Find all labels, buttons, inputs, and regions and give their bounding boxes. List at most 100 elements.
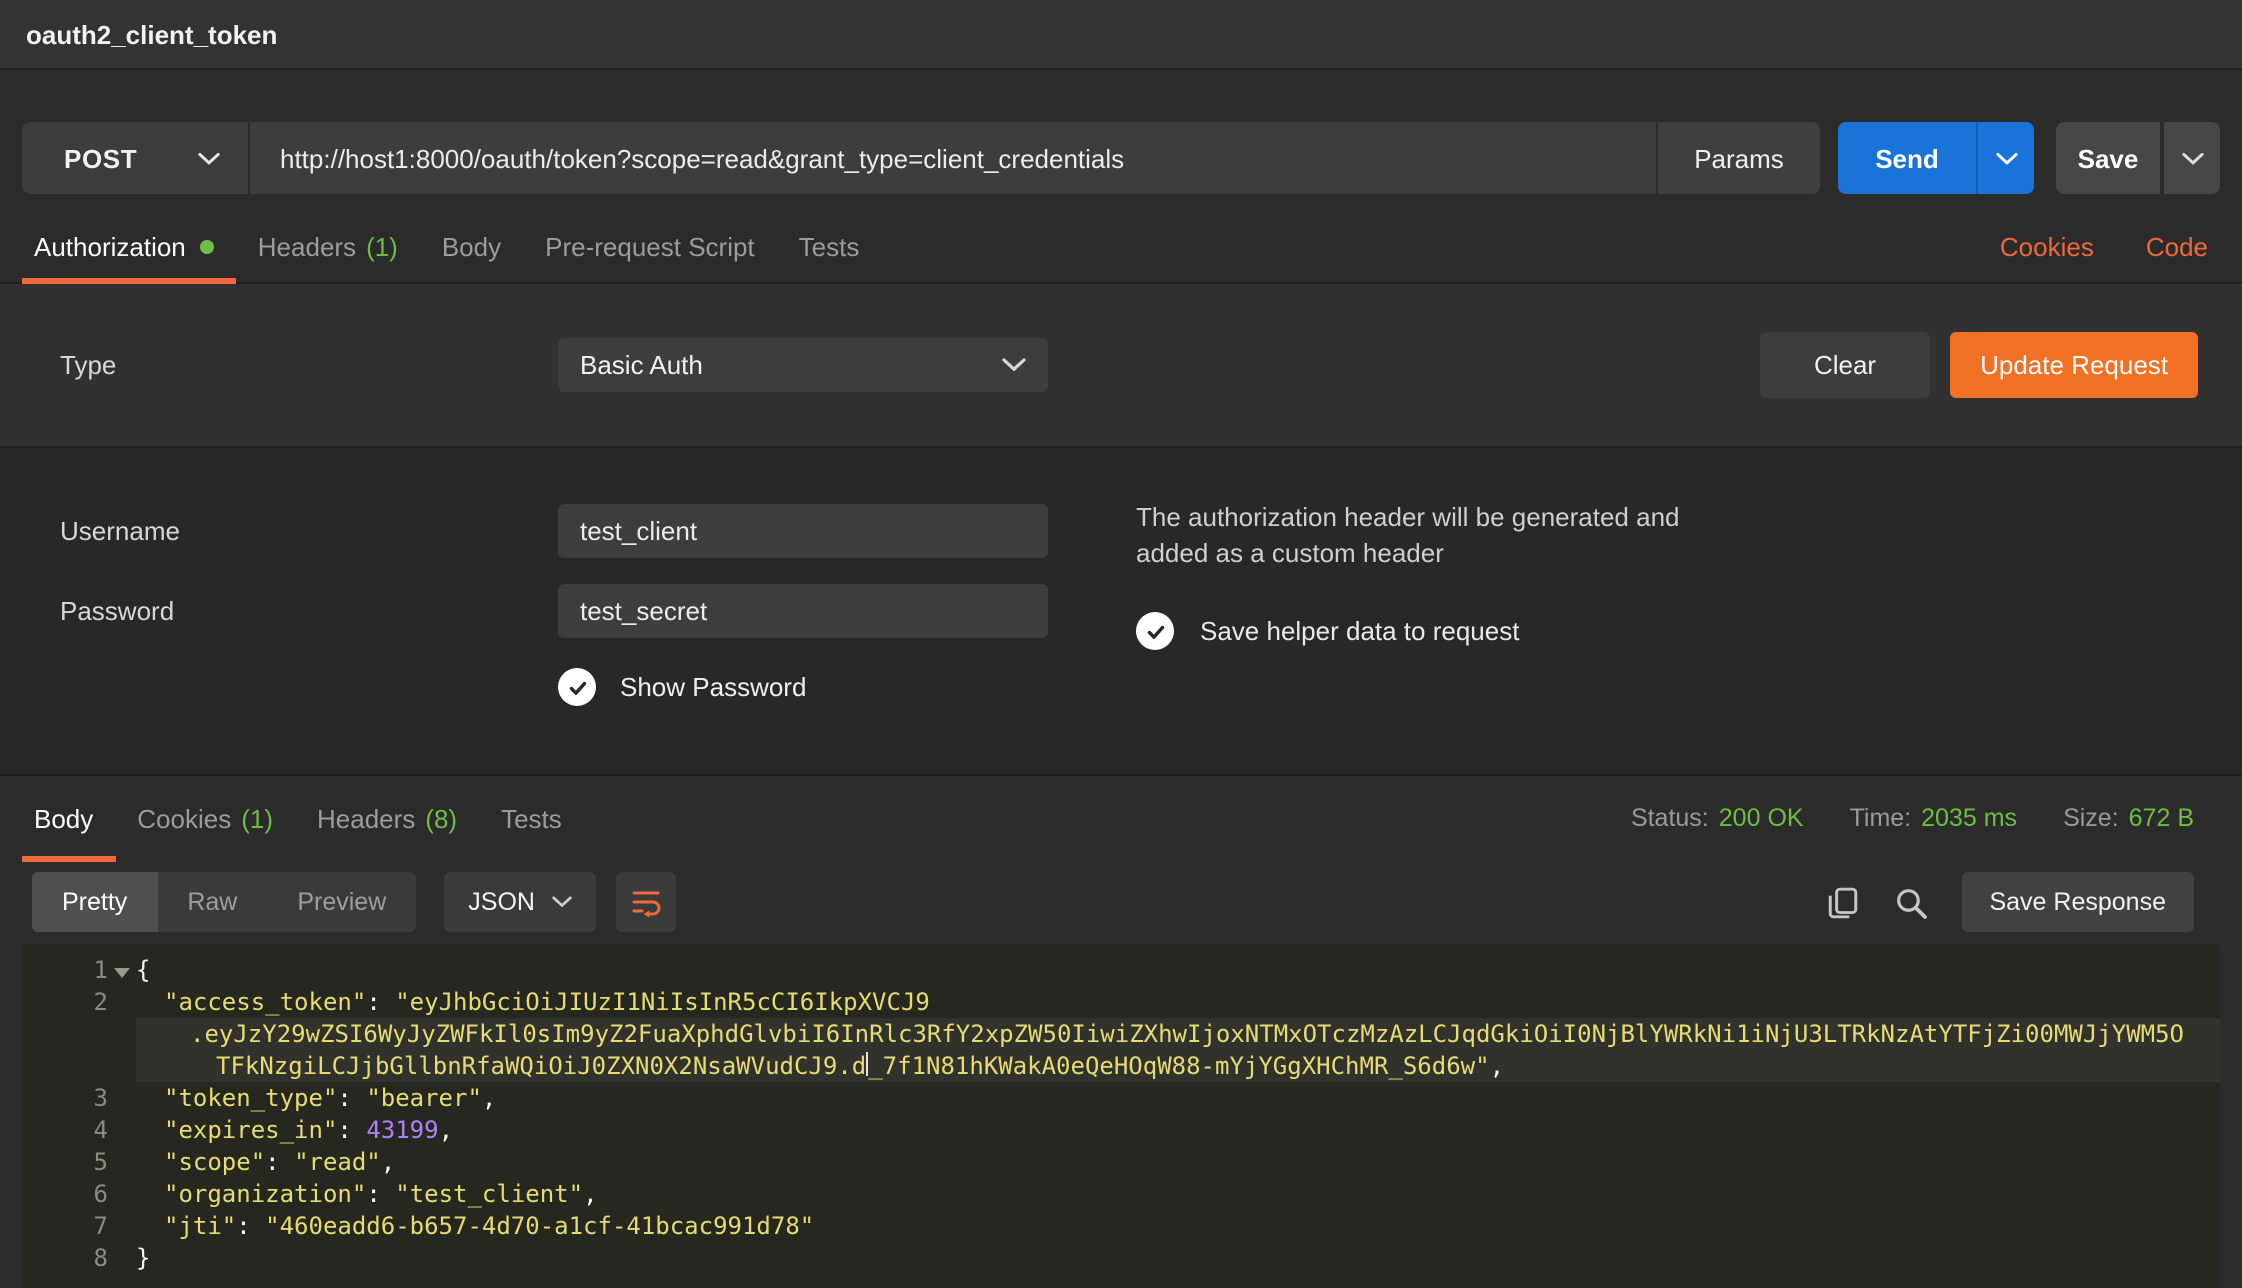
method-select[interactable]: POST [22,122,250,194]
headers-count-badge: (1) [366,231,398,261]
code-line-text: "token_type": "bearer", [136,1082,2220,1114]
json-punct: : [236,1212,265,1240]
response-tab-body[interactable]: Body [22,776,115,860]
code-line-text: } [136,1242,2220,1274]
save-response-button[interactable]: Save Response [1961,872,2194,932]
request-links: Cookies Code [2000,210,2242,282]
request-tabs: Authorization Headers (1) Body Pre-reque… [0,210,2242,284]
tab-pre-request-script[interactable]: Pre-request Script [523,210,777,282]
json-string: TFkNzgiLCJjbGllbnRfaWQiOiJ0ZXN0X2NsaWVud… [216,1052,866,1080]
code-line: 3 "token_type": "bearer", [22,1082,2220,1114]
params-button[interactable]: Params [1656,122,1820,194]
chevron-down-icon [553,896,573,908]
code-line: 5 "scope": "read", [22,1146,2220,1178]
code-line-text: "jti": "460eadd6-b657-4d70-a1cf-41bcac99… [136,1210,2220,1242]
line-number: 2 [22,986,108,1018]
code-link[interactable]: Code [2146,231,2208,261]
code-line: 1 { [22,954,2220,986]
save-button-group: Save [2056,122,2220,194]
tab-tests[interactable]: Tests [777,210,882,282]
code-line-text: "organization": "test_client", [136,1178,2220,1210]
show-password-checkbox[interactable] [558,668,596,706]
json-punct: , [1490,1052,1504,1080]
auth-helper-note-line1: The authorization header will be generat… [1136,500,1816,535]
mode-raw-button[interactable]: Raw [157,872,267,932]
chevron-down-icon [2181,151,2203,165]
headers-count-badge: (8) [425,803,457,833]
code-line-text: .eyJzY29wZSI6WyJyZWFkIl0sIm9yZ2FuaXphdGl… [136,1018,2220,1050]
json-string: "bearer" [366,1084,482,1112]
request-tab-title: oauth2_client_token [26,19,277,49]
send-dropdown-button[interactable] [1976,122,2034,194]
check-icon [1143,619,1167,643]
username-input[interactable] [558,504,1048,558]
response-tab-headers[interactable]: Headers (8) [295,776,479,860]
json-punct: : [366,988,395,1016]
mode-preview-button[interactable]: Preview [267,872,416,932]
save-dropdown-button[interactable] [2164,122,2220,194]
json-string: "read" [294,1148,381,1176]
app-window: oauth2_client_token POST Params Send Sav… [0,0,2242,1286]
tab-headers[interactable]: Headers (1) [236,210,420,282]
cookies-count-badge: (1) [241,803,273,833]
save-helper-row: Save helper data to request [1136,612,1816,650]
json-punct: , [482,1084,496,1112]
auth-helper-note-line2: added as a custom header [1136,535,1816,570]
json-punct: { [136,956,150,984]
password-input[interactable] [558,584,1048,638]
line-number: 6 [22,1178,108,1210]
auth-type-select[interactable]: Basic Auth [558,338,1048,392]
check-icon [565,675,589,699]
save-button[interactable]: Save [2056,122,2160,194]
search-button[interactable] [1893,885,1927,919]
code-line: TFkNzgiLCJjbGllbnRfaWQiOiJ0ZXN0X2NsaWVud… [22,1050,2220,1082]
chevron-down-icon [1002,358,1026,372]
code-line-text: "access_token": "eyJhbGciOiJIUzI1NiIsInR… [136,986,2220,1018]
status-label: Status: [1631,804,1709,832]
format-select[interactable]: JSON [444,872,597,932]
json-key: "organization" [164,1180,366,1208]
send-button[interactable]: Send [1838,122,1976,194]
auth-configured-dot [200,239,214,253]
username-label: Username [60,516,558,546]
code-line: 7 "jti": "460eadd6-b657-4d70-a1cf-41bcac… [22,1210,2220,1242]
wrap-text-icon [631,886,663,918]
tab-label: Headers [258,231,356,261]
response-body[interactable]: 1 { 2 "access_token": "eyJhbGciOiJIUzI1N… [22,944,2220,1288]
code-line-text: TFkNzgiLCJjbGllbnRfaWQiOiJ0ZXN0X2NsaWVud… [136,1050,2220,1082]
code-line: 6 "organization": "test_client", [22,1178,2220,1210]
auth-type-label: Type [60,350,558,380]
cookies-link[interactable]: Cookies [2000,231,2094,261]
tab-body[interactable]: Body [420,210,523,282]
url-input[interactable] [276,141,1630,175]
auth-helper-note: The authorization header will be generat… [1136,500,1816,570]
response-tab-cookies[interactable]: Cookies (1) [115,776,295,860]
json-string: _7f1N81hKWakA0eQeHOqW88-mYjYGgXHChMR_S6d… [868,1052,1489,1080]
status-value: 200 OK [1719,804,1804,832]
tab-label: Body [442,231,501,261]
json-punct: , [381,1148,395,1176]
response-meta: Status:200 OK Time:2035 ms Size:672 B [1631,776,2242,860]
tab-label: Body [34,803,93,833]
json-punct: : [366,1180,395,1208]
json-punct: : [265,1148,294,1176]
copy-button[interactable] [1825,885,1859,919]
wrap-text-button[interactable] [617,872,677,932]
fold-caret-icon[interactable] [108,954,136,986]
code-line-text: "expires_in": 43199, [136,1114,2220,1146]
save-helper-checkbox[interactable] [1136,612,1174,650]
response-toolbar-right: Save Response [1825,872,2194,932]
line-number [22,1018,108,1050]
json-key: "jti" [164,1212,236,1240]
update-request-button[interactable]: Update Request [1950,332,2198,398]
auth-actions: Clear Update Request [1760,332,2198,398]
mode-pretty-button[interactable]: Pretty [32,872,157,932]
response-tab-tests[interactable]: Tests [479,776,584,860]
size-label: Size: [2063,804,2119,832]
tab-authorization[interactable]: Authorization [22,210,236,282]
json-key: "scope" [164,1148,265,1176]
save-helper-label: Save helper data to request [1200,616,1519,646]
json-string: "test_client" [395,1180,583,1208]
auth-helper-column: The authorization header will be generat… [1136,500,1816,650]
clear-button[interactable]: Clear [1760,332,1930,398]
